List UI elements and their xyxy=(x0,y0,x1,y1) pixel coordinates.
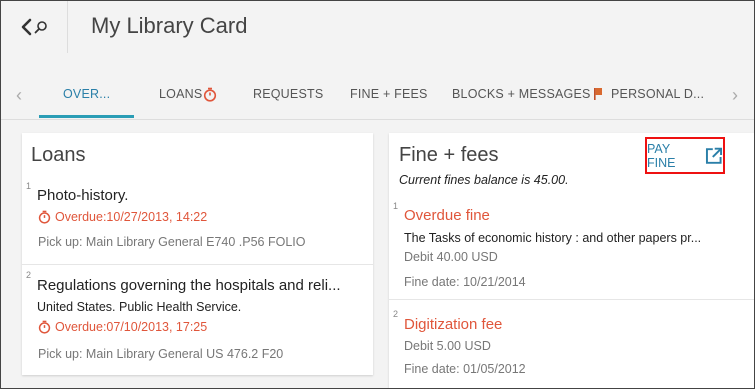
fine-date: Fine date: 10/21/2014 xyxy=(404,275,526,289)
item-number: 2 xyxy=(26,270,32,280)
item-number: 1 xyxy=(393,201,399,211)
tab-loans[interactable]: LOANS xyxy=(159,71,217,117)
overdue-text: Overdue:07/10/2013, 17:25 xyxy=(55,320,208,334)
timer-icon xyxy=(38,210,51,224)
search-icon xyxy=(34,21,47,34)
fines-panel: Fine + fees PAY FINE Current fines balan… xyxy=(389,133,754,388)
tab-label: LOANS xyxy=(159,87,203,101)
loans-panel: Loans 1 Photo-history. Overdue:10/27/201… xyxy=(22,133,373,375)
timer-icon xyxy=(204,87,217,102)
fine-amount: Debit 40.00 USD xyxy=(404,250,498,264)
tab-bar: ‹ OVER... LOANS REQUESTS FINE + FEES BLO… xyxy=(1,71,754,120)
item-number: 1 xyxy=(26,181,32,191)
back-search-button[interactable] xyxy=(1,1,68,53)
fine-type[interactable]: Overdue fine xyxy=(404,207,490,224)
back-icon xyxy=(21,18,32,36)
tab-label: OVER... xyxy=(63,87,111,101)
page-title: My Library Card xyxy=(91,13,248,38)
item-number: 2 xyxy=(393,309,399,319)
header: My Library Card xyxy=(1,1,754,53)
overdue-text: Overdue:10/27/2013, 14:22 xyxy=(55,210,208,224)
overdue-status: Overdue:07/10/2013, 17:25 xyxy=(38,320,207,334)
pickup-location: Pick up: Main Library General US 476.2 F… xyxy=(38,347,284,361)
loan-title[interactable]: Photo-history. xyxy=(37,187,128,204)
loan-author: United States. Public Health Service. xyxy=(37,300,242,314)
flag-icon xyxy=(593,88,602,100)
library-card-window: My Library Card ‹ OVER... LOANS REQUESTS… xyxy=(0,0,755,389)
fines-balance: Current fines balance is 45.00. xyxy=(399,173,569,187)
loans-title[interactable]: Loans xyxy=(31,144,86,167)
chevron-left-icon[interactable]: ‹ xyxy=(16,85,22,106)
item-divider xyxy=(22,264,373,265)
loan-title[interactable]: Regulations governing the hospitals and … xyxy=(37,277,341,294)
pay-fine-button[interactable]: PAY FINE xyxy=(645,137,725,174)
pickup-location: Pick up: Main Library General E740 .P56 … xyxy=(38,235,306,249)
external-link-icon xyxy=(706,147,723,164)
tab-fine-fees[interactable]: FINE + FEES xyxy=(350,71,428,117)
tab-label: REQUESTS xyxy=(253,87,324,101)
tab-requests[interactable]: REQUESTS xyxy=(253,71,323,117)
tab-label: BLOCKS + MESSAGES xyxy=(452,87,591,101)
chevron-right-icon[interactable]: › xyxy=(732,85,738,106)
timer-icon xyxy=(38,320,51,334)
fine-type[interactable]: Digitization fee xyxy=(404,316,502,333)
fine-date: Fine date: 01/05/2012 xyxy=(404,362,526,376)
fines-title[interactable]: Fine + fees xyxy=(399,144,499,167)
tab-overview[interactable]: OVER... xyxy=(63,71,110,117)
fine-amount: Debit 5.00 USD xyxy=(404,339,491,353)
tab-blocks-messages[interactable]: BLOCKS + MESSAGES xyxy=(452,71,602,117)
overdue-status: Overdue:10/27/2013, 14:22 xyxy=(38,210,207,224)
item-divider xyxy=(389,299,754,300)
pay-fine-label: PAY FINE xyxy=(647,141,676,170)
tab-personal-details[interactable]: PERSONAL D... xyxy=(611,71,704,117)
fine-description: The Tasks of economic history : and othe… xyxy=(404,231,702,245)
tab-label: PERSONAL D... xyxy=(611,87,705,101)
tab-label: FINE + FEES xyxy=(350,87,428,101)
active-tab-indicator xyxy=(39,115,134,118)
